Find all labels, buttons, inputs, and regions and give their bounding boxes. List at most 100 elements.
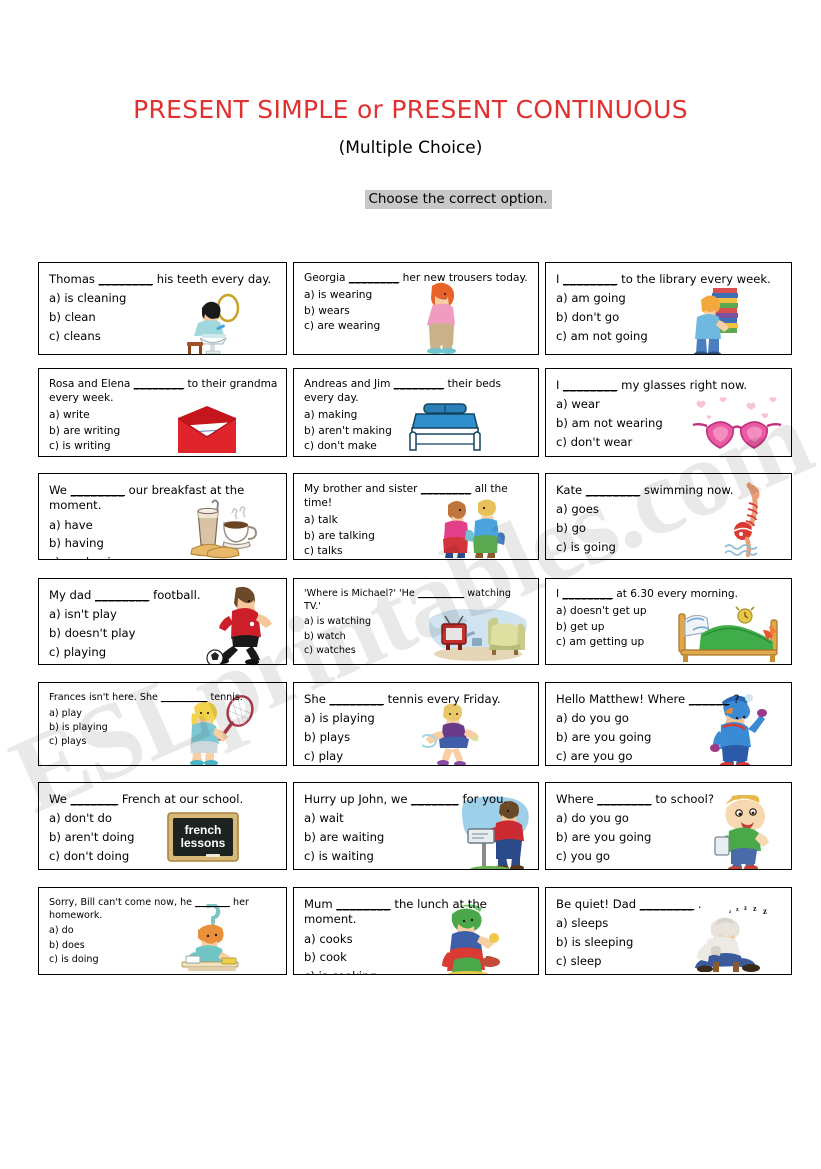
option-b[interactable]: b) aren't making [304, 424, 530, 440]
exercise-item-3[interactable]: I ________ to the library every week. a)… [545, 262, 792, 355]
option-b[interactable]: b) are talking [304, 529, 530, 545]
option-c[interactable]: c) cleans [49, 327, 278, 346]
answer-blank: ________ [329, 692, 384, 706]
stem-after: my glasses right now. [621, 378, 748, 392]
option-c[interactable]: c) is cooking [304, 967, 530, 974]
option-a[interactable]: a) is watching [304, 615, 530, 629]
exercise-item-4[interactable]: Rosa and Elena ________ to their grandma… [38, 368, 287, 457]
option-c[interactable]: c) is doing [49, 953, 278, 967]
exercise-item-2[interactable]: Georgia ________ her new trousers today.… [293, 262, 539, 355]
option-b[interactable]: b) are you going [556, 828, 783, 847]
option-c[interactable]: c) plays [49, 735, 278, 749]
exercise-item-19[interactable]: Sorry, Bill can't come now, he ______ he… [38, 887, 287, 975]
option-c[interactable]: c) sleep [556, 952, 783, 971]
option-a[interactable]: a) making [304, 408, 530, 424]
option-a[interactable]: a) isn't play [49, 605, 278, 624]
exercise-item-17[interactable]: Hurry up John, we _______ for you. a) wa… [293, 782, 539, 870]
option-c[interactable]: c) are having [49, 553, 278, 559]
option-b[interactable]: b) don't go [556, 308, 783, 327]
question-stem: Thomas ________ his teeth every day. [49, 272, 278, 287]
option-c[interactable]: c) am not going [556, 327, 783, 346]
option-a[interactable]: a) don't do [49, 809, 278, 828]
option-b[interactable]: b) doesn't play [49, 624, 278, 643]
option-c[interactable]: c) playing [49, 643, 278, 662]
exercise-item-21[interactable]: Be quiet! Dad ________ . a) sleeps b) is… [545, 887, 792, 975]
option-b[interactable]: b) wears [304, 304, 530, 320]
option-a[interactable]: a) is wearing [304, 288, 530, 304]
option-a[interactable]: a) write [49, 408, 278, 424]
option-a[interactable]: a) do [49, 924, 278, 938]
exercise-item-14[interactable]: She ________ tennis every Friday. a) is … [293, 682, 539, 766]
instruction-row: Choose the correct option. [0, 188, 821, 209]
option-b[interactable]: b) clean [49, 308, 278, 327]
option-list: a) cooks b) cook c) is cooking [304, 930, 530, 974]
option-list: a) write b) are writing c) is writing [49, 408, 278, 455]
option-b[interactable]: b) aren't doing [49, 828, 278, 847]
option-b[interactable]: b) are you going [556, 728, 783, 747]
option-a[interactable]: a) sleeps [556, 914, 783, 933]
option-c[interactable]: c) talks [304, 544, 530, 559]
answer-blank: ________ [133, 378, 185, 390]
option-b[interactable]: b) having [49, 534, 278, 553]
option-b[interactable]: b) are writing [49, 424, 278, 440]
answer-blank: _______ [70, 792, 119, 806]
answer-blank: _______ [411, 792, 459, 806]
option-a[interactable]: a) is playing [304, 709, 530, 728]
option-c[interactable]: c) don't doing [49, 847, 278, 866]
question-stem: 'Where is Michael?' 'He ________ watchin… [304, 588, 530, 613]
option-a[interactable]: a) wait [304, 809, 530, 828]
option-b[interactable]: b) am not wearing [556, 414, 783, 433]
option-list: a) don't do b) aren't doing c) don't doi… [49, 809, 278, 865]
exercise-item-20[interactable]: Mum ________ the lunch at the moment. a)… [293, 887, 539, 975]
option-c[interactable]: c) watches [304, 644, 530, 658]
option-a[interactable]: a) am going [556, 289, 783, 308]
option-a[interactable]: a) goes [556, 500, 783, 519]
exercise-item-9[interactable]: Kate ________ swimming now. a) goes b) g… [545, 473, 792, 560]
option-c[interactable]: c) is going [556, 538, 783, 557]
exercise-item-8[interactable]: My brother and sister ________ all the t… [293, 473, 539, 560]
exercise-item-7[interactable]: We ________ our breakfast at the moment.… [38, 473, 287, 560]
option-b[interactable]: b) is sleeping [556, 933, 783, 952]
option-a[interactable]: a) do you go [556, 809, 783, 828]
exercise-item-12[interactable]: I ________ at 6.30 every morning. a) doe… [545, 578, 792, 665]
answer-blank: ________ [597, 792, 652, 806]
exercise-item-15[interactable]: Hello Matthew! Where ______ ? a) do you … [545, 682, 792, 766]
exercise-item-18[interactable]: Where ________ to school? a) do you go b… [545, 782, 792, 870]
option-c[interactable]: c) play [304, 747, 530, 765]
option-b[interactable]: b) go [556, 519, 783, 538]
option-b[interactable]: b) does [49, 939, 278, 953]
option-c[interactable]: c) is waiting [304, 847, 530, 866]
option-c[interactable]: c) are you go [556, 747, 783, 765]
option-a[interactable]: a) is cleaning [49, 289, 278, 308]
exercise-item-10[interactable]: My dad ________ football. a) isn't play … [38, 578, 287, 665]
exercise-item-16[interactable]: We _______ French at our school. a) don'… [38, 782, 287, 870]
exercise-item-6[interactable]: I ________ my glasses right now. a) wear… [545, 368, 792, 457]
option-b[interactable]: b) is playing [49, 721, 278, 735]
option-c[interactable]: c) are wearing [304, 319, 530, 335]
option-b[interactable]: b) get up [556, 620, 783, 636]
option-c[interactable]: c) you go [556, 847, 783, 866]
option-c[interactable]: c) is writing [49, 439, 278, 455]
option-a[interactable]: a) doesn't get up [556, 604, 783, 620]
option-b[interactable]: b) cook [304, 948, 530, 967]
option-b[interactable]: b) plays [304, 728, 530, 747]
option-a[interactable]: a) talk [304, 513, 530, 529]
exercise-item-5[interactable]: Andreas and Jim ________ their beds ever… [293, 368, 539, 457]
stem-before: Georgia [304, 272, 346, 284]
option-a[interactable]: a) have [49, 516, 278, 535]
option-b[interactable]: b) watch [304, 630, 530, 644]
option-c[interactable]: c) don't wear [556, 433, 783, 452]
exercise-item-13[interactable]: Frances isn't here. She ________ tennis.… [38, 682, 287, 766]
option-a[interactable]: a) wear [556, 395, 783, 414]
question-stem: Where ________ to school? [556, 792, 783, 807]
exercise-item-11[interactable]: 'Where is Michael?' 'He ________ watchin… [293, 578, 539, 665]
option-b[interactable]: b) are waiting [304, 828, 530, 847]
option-a[interactable]: a) play [49, 707, 278, 721]
option-c[interactable]: c) don't make [304, 439, 530, 455]
exercise-item-1[interactable]: Thomas ________ his teeth every day. a) … [38, 262, 287, 355]
option-c[interactable]: c) am getting up [556, 635, 783, 651]
stem-after: to the library every week. [621, 272, 771, 286]
option-a[interactable]: a) cooks [304, 930, 530, 949]
option-a[interactable]: a) do you go [556, 709, 783, 728]
stem-before: 'Where is Michael?' 'He [304, 588, 415, 599]
